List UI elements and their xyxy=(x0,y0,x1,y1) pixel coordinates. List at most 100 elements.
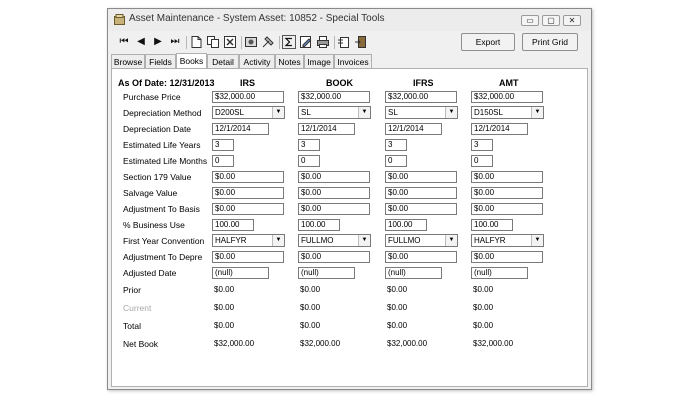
depreciation-method-book-select[interactable]: SL ▼ xyxy=(298,106,371,119)
salvage-value-book-input[interactable]: $0.00 xyxy=(298,187,370,199)
life-months-book-input[interactable]: 0 xyxy=(298,155,320,167)
adjusted-date-amt-input[interactable]: (null) xyxy=(471,267,528,279)
tools-icon[interactable] xyxy=(244,35,258,49)
purchase-price-irs-input[interactable]: $32,000.00 xyxy=(212,91,284,103)
business-use-ifrs-input[interactable]: 100.00 xyxy=(385,219,427,231)
life-years-irs-input[interactable]: 3 xyxy=(212,139,234,151)
adjustment-basis-amt-input[interactable]: $0.00 xyxy=(471,203,543,215)
selected-value: SL xyxy=(301,108,311,117)
section-179-book-input[interactable]: $0.00 xyxy=(298,171,370,183)
sum-icon[interactable] xyxy=(282,35,296,49)
dropdown-arrow-icon: ▼ xyxy=(358,107,370,118)
adjustment-depre-amt-input[interactable]: $0.00 xyxy=(471,251,543,263)
net-book-ifrs-value: $32,000.00 xyxy=(387,339,428,348)
business-use-irs-input[interactable]: 100.00 xyxy=(212,219,254,231)
tab-invoices[interactable]: Invoices xyxy=(334,54,372,68)
print-grid-button[interactable]: Print Grid xyxy=(522,33,578,51)
life-months-irs-input[interactable]: 0 xyxy=(212,155,234,167)
salvage-value-irs-input[interactable]: $0.00 xyxy=(212,187,284,199)
previous-record-icon[interactable]: ◀ xyxy=(134,35,148,49)
row-label-salvage-value: Salvage Value xyxy=(123,188,178,198)
exit-door-icon[interactable] xyxy=(354,35,368,49)
convention-book-select[interactable]: FULLMO ▼ xyxy=(298,234,371,247)
row-label-depreciation-method: Depreciation Method xyxy=(123,108,202,118)
current-irs-value: $0.00 xyxy=(214,303,235,312)
depreciation-method-amt-select[interactable]: D150SL ▼ xyxy=(471,106,544,119)
life-months-amt-input[interactable]: 0 xyxy=(471,155,493,167)
as-of-date: As Of Date: 12/31/2013 xyxy=(118,78,215,88)
row-label-first-year-convention: First Year Convention xyxy=(123,236,205,246)
tab-detail[interactable]: Detail xyxy=(207,54,239,68)
life-years-book-input[interactable]: 3 xyxy=(298,139,320,151)
life-years-ifrs-input[interactable]: 3 xyxy=(385,139,407,151)
tab-fields[interactable]: Fields xyxy=(145,54,176,68)
row-label-adjustment-to-depre: Adjustment To Depre xyxy=(123,252,203,262)
purchase-price-ifrs-input[interactable]: $32,000.00 xyxy=(385,91,457,103)
depreciation-date-amt-input[interactable]: 12/1/2014 xyxy=(471,123,528,135)
business-use-amt-input[interactable]: 100.00 xyxy=(471,219,513,231)
dropdown-arrow-icon: ▼ xyxy=(531,235,543,246)
new-document-icon[interactable] xyxy=(189,35,203,49)
section-179-ifrs-input[interactable]: $0.00 xyxy=(385,171,457,183)
adjustment-depre-book-input[interactable]: $0.00 xyxy=(298,251,370,263)
current-ifrs-value: $0.00 xyxy=(387,303,408,312)
edit-icon[interactable] xyxy=(299,35,313,49)
tab-activity[interactable]: Activity xyxy=(239,54,275,68)
next-record-icon[interactable]: ▶ xyxy=(151,35,165,49)
section-179-amt-input[interactable]: $0.00 xyxy=(471,171,543,183)
tab-notes[interactable]: Notes xyxy=(275,54,304,68)
adjusted-date-irs-input[interactable]: (null) xyxy=(212,267,269,279)
tab-image[interactable]: Image xyxy=(304,54,334,68)
tab-books[interactable]: Books xyxy=(176,53,207,68)
title-bar[interactable]: Asset Maintenance - System Asset: 10852 … xyxy=(108,9,591,31)
adjusted-date-ifrs-input[interactable]: (null) xyxy=(385,267,442,279)
net-book-amt-value: $32,000.00 xyxy=(473,339,514,348)
net-book-book-value: $32,000.00 xyxy=(300,339,341,348)
depreciation-method-ifrs-select[interactable]: SL ▼ xyxy=(385,106,458,119)
salvage-value-amt-input[interactable]: $0.00 xyxy=(471,187,543,199)
depreciation-date-ifrs-input[interactable]: 12/1/2014 xyxy=(385,123,442,135)
depreciation-method-irs-select[interactable]: D200SL ▼ xyxy=(212,106,285,119)
print-icon[interactable] xyxy=(316,35,330,49)
business-use-book-input[interactable]: 100.00 xyxy=(298,219,340,231)
minimize-button[interactable]: ▭ xyxy=(521,15,539,26)
dropdown-arrow-icon: ▼ xyxy=(272,235,284,246)
settings-icon[interactable] xyxy=(261,35,275,49)
export-button[interactable]: Export xyxy=(461,33,515,51)
column-header-irs: IRS xyxy=(240,78,256,88)
selected-value: D200SL xyxy=(215,108,244,117)
first-record-icon[interactable]: ⏮ xyxy=(117,35,131,49)
app-icon xyxy=(114,14,125,25)
close-button[interactable]: ✕ xyxy=(563,15,581,26)
attach-icon[interactable] xyxy=(337,35,351,49)
row-label-adjusted-date: Adjusted Date xyxy=(123,268,177,278)
depreciation-date-irs-input[interactable]: 12/1/2014 xyxy=(212,123,269,135)
current-book-value: $0.00 xyxy=(300,303,321,312)
adjustment-depre-irs-input[interactable]: $0.00 xyxy=(212,251,284,263)
life-years-amt-input[interactable]: 3 xyxy=(471,139,493,151)
maximize-button[interactable]: ▢ xyxy=(542,15,560,26)
convention-ifrs-select[interactable]: FULLMO ▼ xyxy=(385,234,458,247)
adjusted-date-book-input[interactable]: (null) xyxy=(298,267,355,279)
copy-icon[interactable] xyxy=(206,35,220,49)
convention-irs-select[interactable]: HALFYR ▼ xyxy=(212,234,285,247)
adjustment-basis-book-input[interactable]: $0.00 xyxy=(298,203,370,215)
adjustment-basis-irs-input[interactable]: $0.00 xyxy=(212,203,284,215)
total-book-value: $0.00 xyxy=(300,321,321,330)
adjustment-depre-ifrs-input[interactable]: $0.00 xyxy=(385,251,457,263)
row-label-current: Current xyxy=(123,303,152,313)
section-179-irs-input[interactable]: $0.00 xyxy=(212,171,284,183)
delete-icon[interactable] xyxy=(223,35,237,49)
life-months-ifrs-input[interactable]: 0 xyxy=(385,155,407,167)
depreciation-date-book-input[interactable]: 12/1/2014 xyxy=(298,123,355,135)
last-record-icon[interactable]: ⏭ xyxy=(168,35,182,49)
adjustment-basis-ifrs-input[interactable]: $0.00 xyxy=(385,203,457,215)
purchase-price-book-input[interactable]: $32,000.00 xyxy=(298,91,370,103)
row-label-estimated-life-months: Estimated Life Months xyxy=(123,156,208,166)
toolbar-separator xyxy=(334,36,335,49)
purchase-price-amt-input[interactable]: $32,000.00 xyxy=(471,91,543,103)
toolbar-separator xyxy=(186,36,187,49)
tab-browse[interactable]: Browse xyxy=(111,54,145,68)
salvage-value-ifrs-input[interactable]: $0.00 xyxy=(385,187,457,199)
convention-amt-select[interactable]: HALFYR ▼ xyxy=(471,234,544,247)
